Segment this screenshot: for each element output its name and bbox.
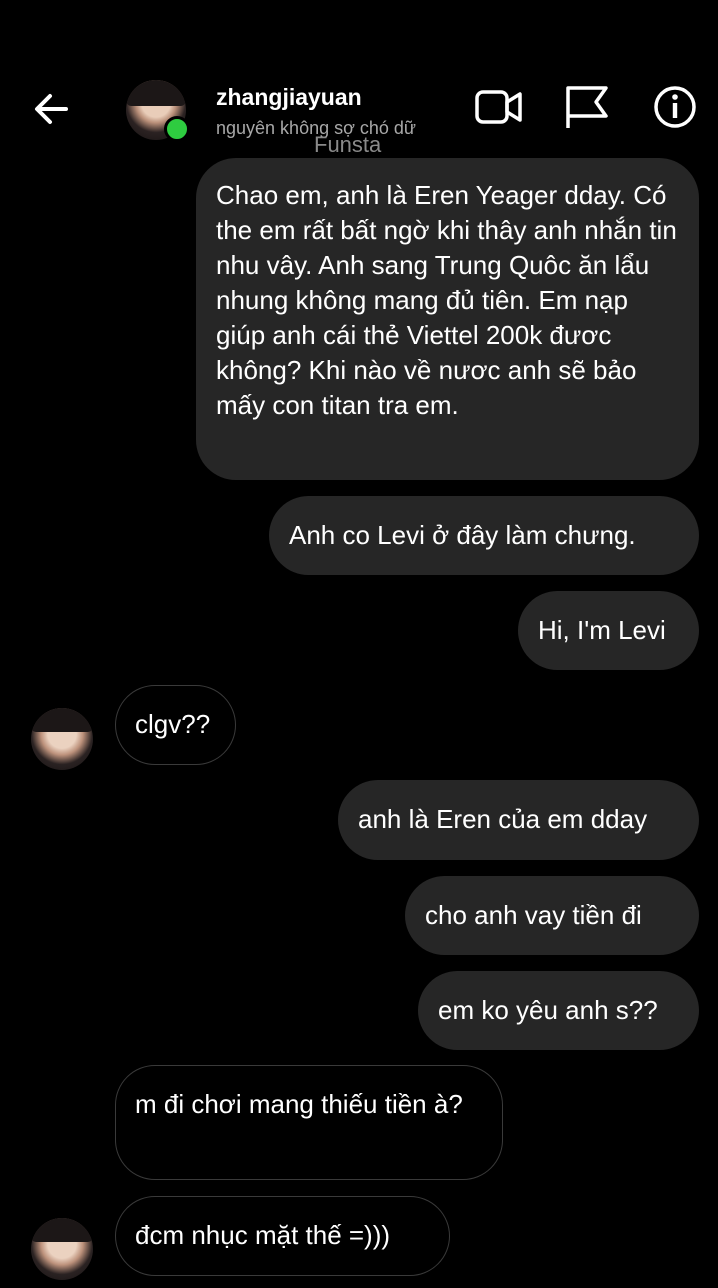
message-outgoing[interactable]: Chao em, anh là Eren Yeager dday. Có the… [196, 158, 699, 480]
profile-avatar[interactable] [126, 80, 190, 142]
message-incoming[interactable]: m đi chơi mang thiếu tiền à? [115, 1065, 503, 1180]
message-text: clgv?? [135, 709, 211, 739]
message-incoming[interactable]: clgv?? [115, 685, 236, 765]
video-call-icon[interactable] [474, 84, 524, 130]
online-status-indicator [164, 116, 190, 142]
back-arrow-icon[interactable] [30, 88, 72, 130]
sender-avatar[interactable] [31, 1218, 93, 1280]
watermark: Funsta [314, 132, 382, 157]
message-text: m đi chơi mang thiếu tiền à? [135, 1089, 463, 1119]
sender-avatar[interactable] [31, 708, 93, 770]
message-text: Hi, I'm Levi [538, 615, 666, 645]
chat-header: zhangjiayuan nguyên không sợ chó dữ Funs… [0, 0, 718, 160]
message-incoming[interactable]: đcm nhục mặt thế =))) [115, 1196, 450, 1276]
info-icon[interactable] [650, 84, 700, 130]
message-text: cho anh vay tiền đi [425, 900, 642, 930]
message-outgoing[interactable]: Anh co Levi ở đây làm chưng. [269, 496, 699, 575]
message-outgoing[interactable]: Hi, I'm Levi [518, 591, 699, 670]
flag-icon[interactable] [562, 84, 612, 130]
message-text: anh là Eren của em dday [358, 804, 648, 834]
message-text: Chao em, anh là Eren Yeager dday. Có the… [216, 180, 677, 420]
message-text: em ko yêu anh s?? [438, 995, 658, 1025]
chat-username[interactable]: zhangjiayuan [216, 84, 362, 111]
message-text: Anh co Levi ở đây làm chưng. [289, 520, 636, 550]
message-outgoing[interactable]: cho anh vay tiền đi [405, 876, 699, 955]
message-outgoing[interactable]: em ko yêu anh s?? [418, 971, 699, 1050]
message-outgoing[interactable]: anh là Eren của em dday [338, 780, 699, 860]
message-text: đcm nhục mặt thế =))) [135, 1220, 391, 1250]
